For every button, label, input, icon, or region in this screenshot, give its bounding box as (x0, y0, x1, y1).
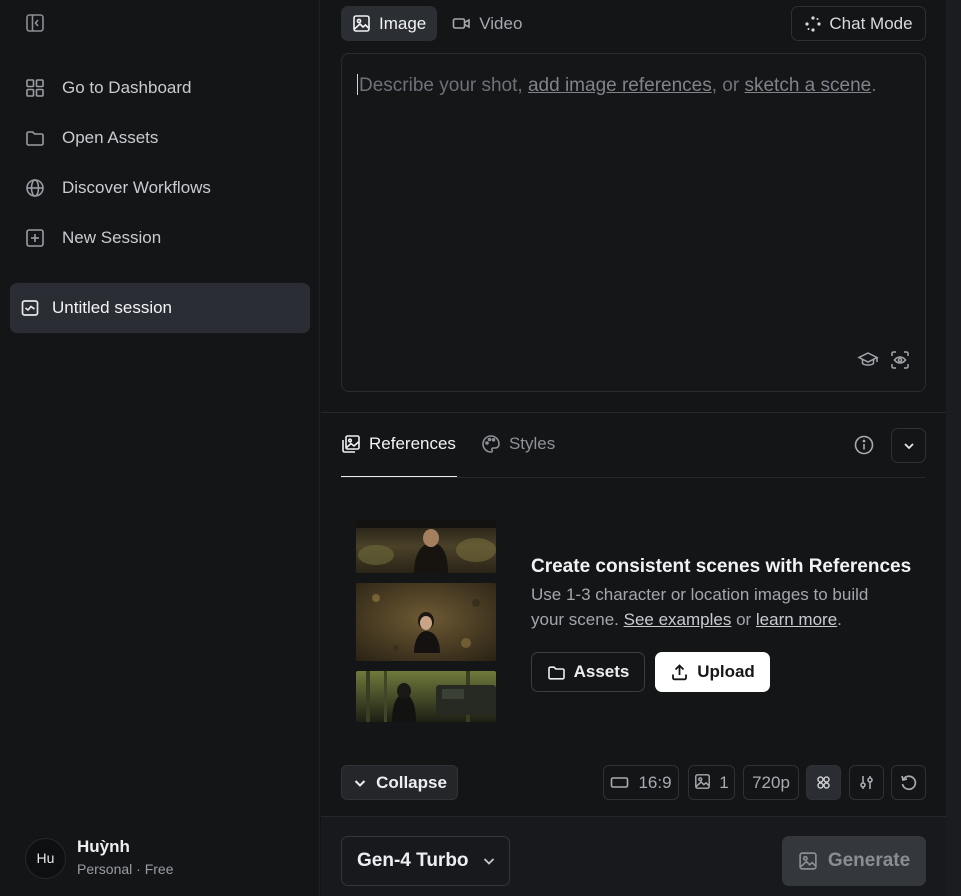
image-count-selector[interactable]: 1 (688, 765, 735, 800)
tab-video-label: Video (479, 13, 523, 33)
tabs-underline (341, 477, 926, 478)
prompt-placeholder: Describe your shot, add image references… (357, 74, 877, 97)
prompt-part-3: . (871, 75, 877, 96)
tab-styles[interactable]: Styles (481, 428, 555, 478)
prompt-input[interactable]: Describe your shot, add image references… (341, 53, 926, 392)
tab-image-label: Image (379, 13, 427, 33)
see-examples-link[interactable]: See examples (624, 610, 732, 629)
avatar: Hu (25, 837, 66, 879)
chevron-down-icon (901, 438, 917, 454)
globe-icon (24, 177, 46, 199)
text-caret (357, 74, 358, 95)
aspect-ratio-selector[interactable]: 16:9 (603, 765, 679, 800)
sidebar-item-label: New Session (62, 228, 162, 247)
image-icon (352, 14, 371, 33)
add-image-references-link[interactable]: add image references (528, 75, 712, 96)
chat-mode-label: Chat Mode (829, 13, 913, 33)
learn-more-link[interactable]: learn more (756, 610, 837, 629)
grid-icon (24, 77, 46, 99)
sidebar-item-label: Discover Workflows (62, 178, 211, 197)
references-desc-or: or (731, 610, 756, 629)
session-icon (20, 298, 40, 318)
graduation-cap-icon[interactable] (857, 349, 879, 371)
sidebar-item-assets[interactable]: Open Assets (12, 113, 308, 163)
upload-button[interactable]: Upload (655, 652, 770, 692)
chevron-down-icon (352, 775, 368, 791)
tab-image[interactable]: Image (341, 6, 438, 41)
folder-icon (24, 127, 46, 149)
expand-toggle-button[interactable] (891, 428, 926, 463)
example-thumbnail-2 (356, 583, 496, 661)
command-icon (814, 773, 833, 792)
collapse-button[interactable]: Collapse (341, 765, 458, 800)
tab-video[interactable]: Video (441, 6, 533, 41)
dots-sparkle-icon (804, 15, 822, 33)
settings-toggle[interactable] (806, 765, 841, 800)
user-profile[interactable]: Hu Huỳnh Personal · Free (25, 837, 173, 879)
sidebar: Go to Dashboard Open Assets Discover Wor… (0, 0, 320, 896)
image-icon (694, 773, 713, 792)
scrollbar[interactable] (946, 0, 961, 896)
session-item-active[interactable]: Untitled session (10, 283, 310, 333)
sidebar-item-dashboard[interactable]: Go to Dashboard (12, 63, 308, 113)
sketch-scene-link[interactable]: sketch a scene (744, 75, 871, 96)
example-thumbnail-1 (356, 520, 496, 573)
reference-examples (356, 520, 496, 732)
tab-styles-label: Styles (508, 434, 556, 453)
tab-references[interactable]: References (341, 428, 457, 478)
user-plan: Personal · Free (77, 861, 174, 877)
references-description: Use 1-3 character or location images to … (531, 582, 906, 632)
chat-mode-button[interactable]: Chat Mode (791, 6, 926, 41)
reset-button[interactable] (891, 765, 926, 800)
palette-icon (481, 434, 501, 454)
main-panel: Image Video Chat Mode Describe your shot… (321, 0, 946, 896)
model-selector[interactable]: Gen-4 Turbo (341, 836, 510, 886)
sidebar-nav: Go to Dashboard Open Assets Discover Wor… (12, 63, 308, 263)
collapse-label: Collapse (376, 772, 447, 792)
assets-button[interactable]: Assets (531, 652, 645, 692)
prompt-part-1: Describe your shot, (359, 75, 528, 96)
image-icon (798, 851, 818, 871)
chevron-down-icon (481, 853, 497, 869)
model-name: Gen-4 Turbo (357, 850, 469, 871)
sliders-icon (857, 773, 876, 792)
images-stack-icon (341, 434, 361, 454)
prompt-tools (847, 349, 911, 371)
prompt-part-2: , or (711, 75, 745, 96)
folder-icon (547, 663, 566, 682)
image-count-value: 1 (719, 772, 729, 792)
divider (321, 412, 946, 413)
references-title: Create consistent scenes with References (531, 556, 912, 577)
refresh-icon (899, 773, 918, 792)
session-label: Untitled session (52, 298, 173, 317)
aspect-ratio-icon (610, 773, 629, 792)
eye-scan-icon[interactable] (889, 349, 911, 371)
adjustments-button[interactable] (849, 765, 884, 800)
resolution-selector[interactable]: 720p (743, 765, 799, 800)
upload-icon (670, 663, 689, 682)
info-icon[interactable] (853, 434, 875, 456)
upload-label: Upload (697, 662, 755, 681)
tab-references-label: References (369, 434, 456, 453)
plus-square-icon (24, 227, 46, 249)
sidebar-collapse-icon[interactable] (24, 12, 46, 34)
reference-tabs: References Styles (341, 428, 580, 478)
sidebar-item-new-session[interactable]: New Session (12, 213, 308, 263)
video-camera-icon (452, 14, 471, 33)
generate-button[interactable]: Generate (782, 836, 926, 886)
sidebar-item-label: Go to Dashboard (62, 78, 192, 97)
example-thumbnail-3 (356, 671, 496, 722)
mode-tabs: Image Video (341, 6, 537, 41)
sidebar-item-workflows[interactable]: Discover Workflows (12, 163, 308, 213)
sidebar-item-label: Open Assets (62, 128, 159, 147)
references-desc-end: . (837, 610, 842, 629)
user-name: Huỳnh (77, 837, 130, 856)
assets-label: Assets (573, 662, 630, 681)
resolution-value: 720p (752, 772, 790, 792)
aspect-ratio-value: 16:9 (638, 772, 672, 792)
generate-label: Generate (827, 850, 911, 871)
